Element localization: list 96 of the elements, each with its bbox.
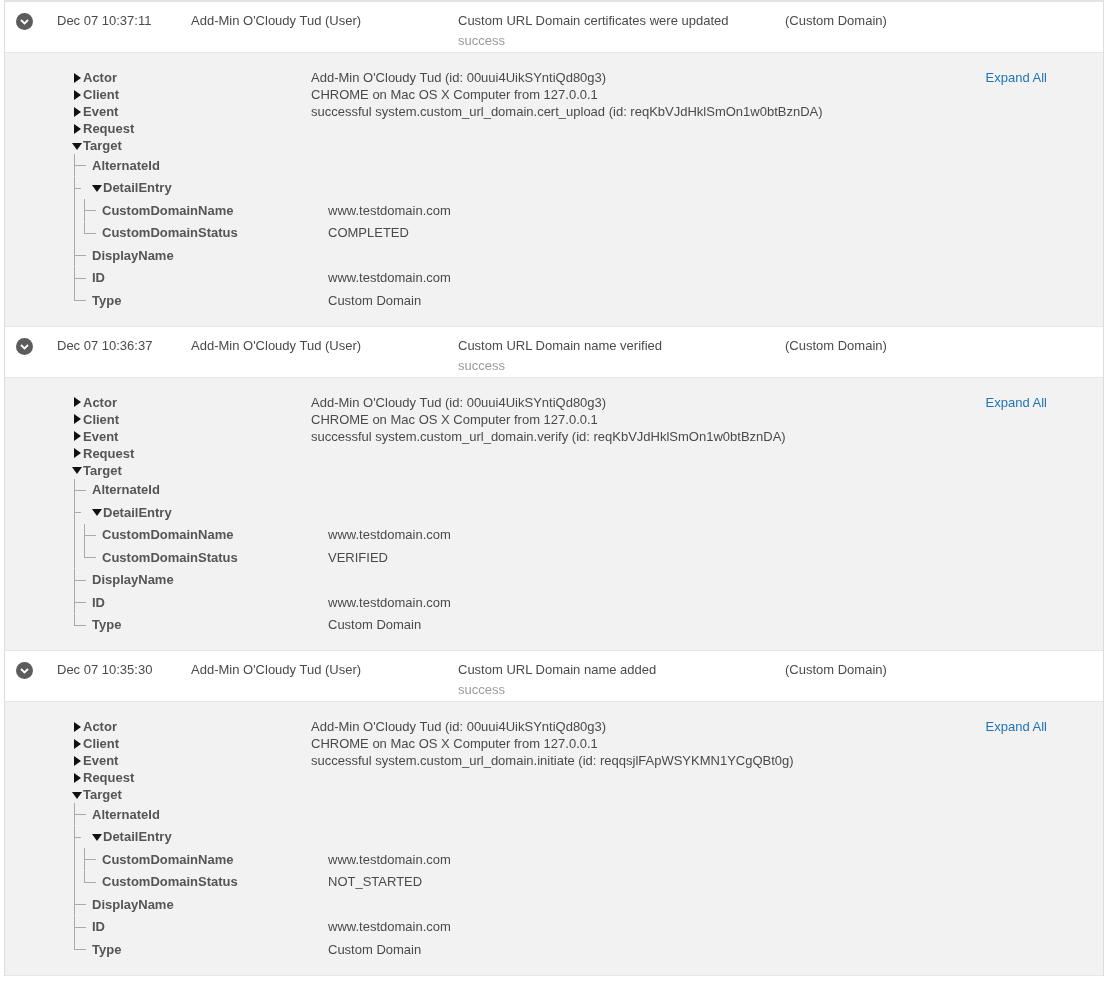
field-label[interactable]: Actor <box>83 719 117 734</box>
field-label[interactable]: Request <box>83 121 135 136</box>
caret-down-icon[interactable] <box>92 507 102 518</box>
event-outcome: success <box>458 681 506 698</box>
collapse-icon[interactable] <box>16 662 33 679</box>
caret-right-icon[interactable] <box>72 106 82 117</box>
field-label: CustomDomainStatus <box>102 549 238 565</box>
expand-all-link[interactable]: Expand All <box>985 718 1047 735</box>
field-value: Custom Domain <box>328 941 422 957</box>
event-description: Custom URL Domain name verified <box>458 336 663 354</box>
field-value: www.testdomain.com <box>328 270 451 286</box>
actor-name: Add-Min O'Cloudy Tud (User) <box>191 336 363 354</box>
field-label[interactable]: DetailEntry <box>103 504 172 520</box>
caret-right-icon[interactable] <box>72 738 82 749</box>
caret-right-icon[interactable] <box>72 772 82 783</box>
expand-all-link[interactable]: Expand All <box>985 69 1047 86</box>
field-label: AlternateId <box>92 482 160 498</box>
field-value: successful system.custom_url_domain.initiate (id: reqqsjlFApWSYKMN1YCgQBt0g) <box>311 753 794 768</box>
field-value: www.testdomain.com <box>328 851 451 867</box>
field-value: successful system.custom_url_domain.cert_upload (id: reqKbVJdHklSmOn1w0btBznDA) <box>311 104 823 119</box>
actor-name: Add-Min O'Cloudy Tud (User) <box>191 661 363 678</box>
field-value: CHROME on Mac OS X Computer from 127.0.0.1 <box>311 411 598 427</box>
field-value: CHROME on Mac OS X Computer from 127.0.0.1 <box>311 87 598 102</box>
field-label[interactable]: Target <box>83 787 122 802</box>
event-time: Dec 07 10:35:30 <box>57 661 154 678</box>
field-label: CustomDomainName <box>102 527 234 543</box>
field-value: CHROME on Mac OS X Computer from 127.0.0.1 <box>311 736 598 751</box>
event-description: Custom URL Domain name added <box>458 661 658 678</box>
field-label: CustomDomainName <box>102 202 234 218</box>
field-value: successful system.custom_url_domain.verify (id: reqKbVJdHklSmOn1w0btBznDA) <box>311 428 786 444</box>
caret-right-icon[interactable] <box>72 448 82 458</box>
collapse-icon[interactable] <box>16 337 33 355</box>
field-value: www.testdomain.com <box>328 202 451 218</box>
caret-right-icon[interactable] <box>72 414 82 424</box>
actor-name: Add-Min O'Cloudy Tud (User) <box>191 12 363 29</box>
field-label: Type <box>92 292 122 308</box>
caret-down-icon[interactable] <box>72 140 82 151</box>
field-label: CustomDomainName <box>102 851 234 867</box>
caret-right-icon[interactable] <box>72 431 82 441</box>
field-value: Add-Min O'Cloudy Tud (id: 00uui4UikSYntiQd80g3) <box>311 719 607 734</box>
field-label[interactable]: Event <box>83 428 119 444</box>
field-label: ID <box>92 594 105 610</box>
field-value: VERIFIED <box>328 549 388 565</box>
field-label: DisplayName <box>92 572 174 588</box>
field-label: DisplayName <box>92 896 174 912</box>
field-value: Add-Min O'Cloudy Tud (id: 00uui4UikSYntiQd80g3) <box>311 70 607 85</box>
field-label: ID <box>92 919 105 935</box>
field-value: www.testdomain.com <box>328 527 451 543</box>
collapse-icon[interactable] <box>16 13 33 30</box>
field-value: Add-Min O'Cloudy Tud (id: 00uui4UikSYntiQd80g3) <box>311 394 607 410</box>
caret-right-icon[interactable] <box>72 123 82 134</box>
caret-down-icon[interactable] <box>92 182 102 193</box>
field-value: www.testdomain.com <box>328 919 451 935</box>
field-label: DisplayName <box>92 247 174 263</box>
field-label[interactable]: DetailEntry <box>103 829 172 845</box>
event-time: Dec 07 10:36:37 <box>57 336 154 354</box>
expand-all-link[interactable]: Expand All <box>985 393 1047 411</box>
event-outcome: success <box>458 356 506 374</box>
field-value: COMPLETED <box>328 225 409 241</box>
event-target: (Custom Domain) <box>785 12 888 29</box>
caret-right-icon[interactable] <box>72 721 82 732</box>
caret-right-icon[interactable] <box>72 397 82 407</box>
field-label: AlternateId <box>92 806 160 822</box>
field-label[interactable]: Request <box>83 770 135 785</box>
field-label: CustomDomainStatus <box>102 874 238 890</box>
field-label[interactable]: Client <box>83 87 120 102</box>
field-label[interactable]: Actor <box>83 70 117 85</box>
caret-right-icon[interactable] <box>72 72 82 83</box>
event-time: Dec 07 10:37:11 <box>57 12 153 29</box>
field-label[interactable]: Actor <box>83 394 117 410</box>
caret-right-icon[interactable] <box>72 755 82 766</box>
field-label[interactable]: Client <box>83 411 120 427</box>
caret-right-icon[interactable] <box>72 89 82 100</box>
caret-down-icon[interactable] <box>92 831 102 842</box>
event-target: (Custom Domain) <box>785 661 888 678</box>
field-label[interactable]: Event <box>83 753 119 768</box>
field-value: Custom Domain <box>328 617 422 633</box>
field-label[interactable]: Target <box>83 138 122 153</box>
field-value: www.testdomain.com <box>328 594 451 610</box>
field-label[interactable]: Request <box>83 445 135 461</box>
field-value: Custom Domain <box>328 292 422 308</box>
field-label[interactable]: DetailEntry <box>103 180 172 196</box>
field-label[interactable]: Target <box>83 462 122 478</box>
caret-down-icon[interactable] <box>72 789 82 800</box>
event-outcome: success <box>458 32 506 49</box>
event-description: Custom URL Domain certificates were updated <box>458 12 730 29</box>
field-label: Type <box>92 941 122 957</box>
field-label: ID <box>92 270 105 286</box>
field-label[interactable]: Client <box>83 736 120 751</box>
event-target: (Custom Domain) <box>785 336 888 354</box>
field-label: Type <box>92 617 122 633</box>
caret-down-icon[interactable] <box>72 465 82 475</box>
field-label: CustomDomainStatus <box>102 225 238 241</box>
field-label: AlternateId <box>92 157 160 173</box>
field-label[interactable]: Event <box>83 104 119 119</box>
field-value: NOT_STARTED <box>328 874 423 890</box>
